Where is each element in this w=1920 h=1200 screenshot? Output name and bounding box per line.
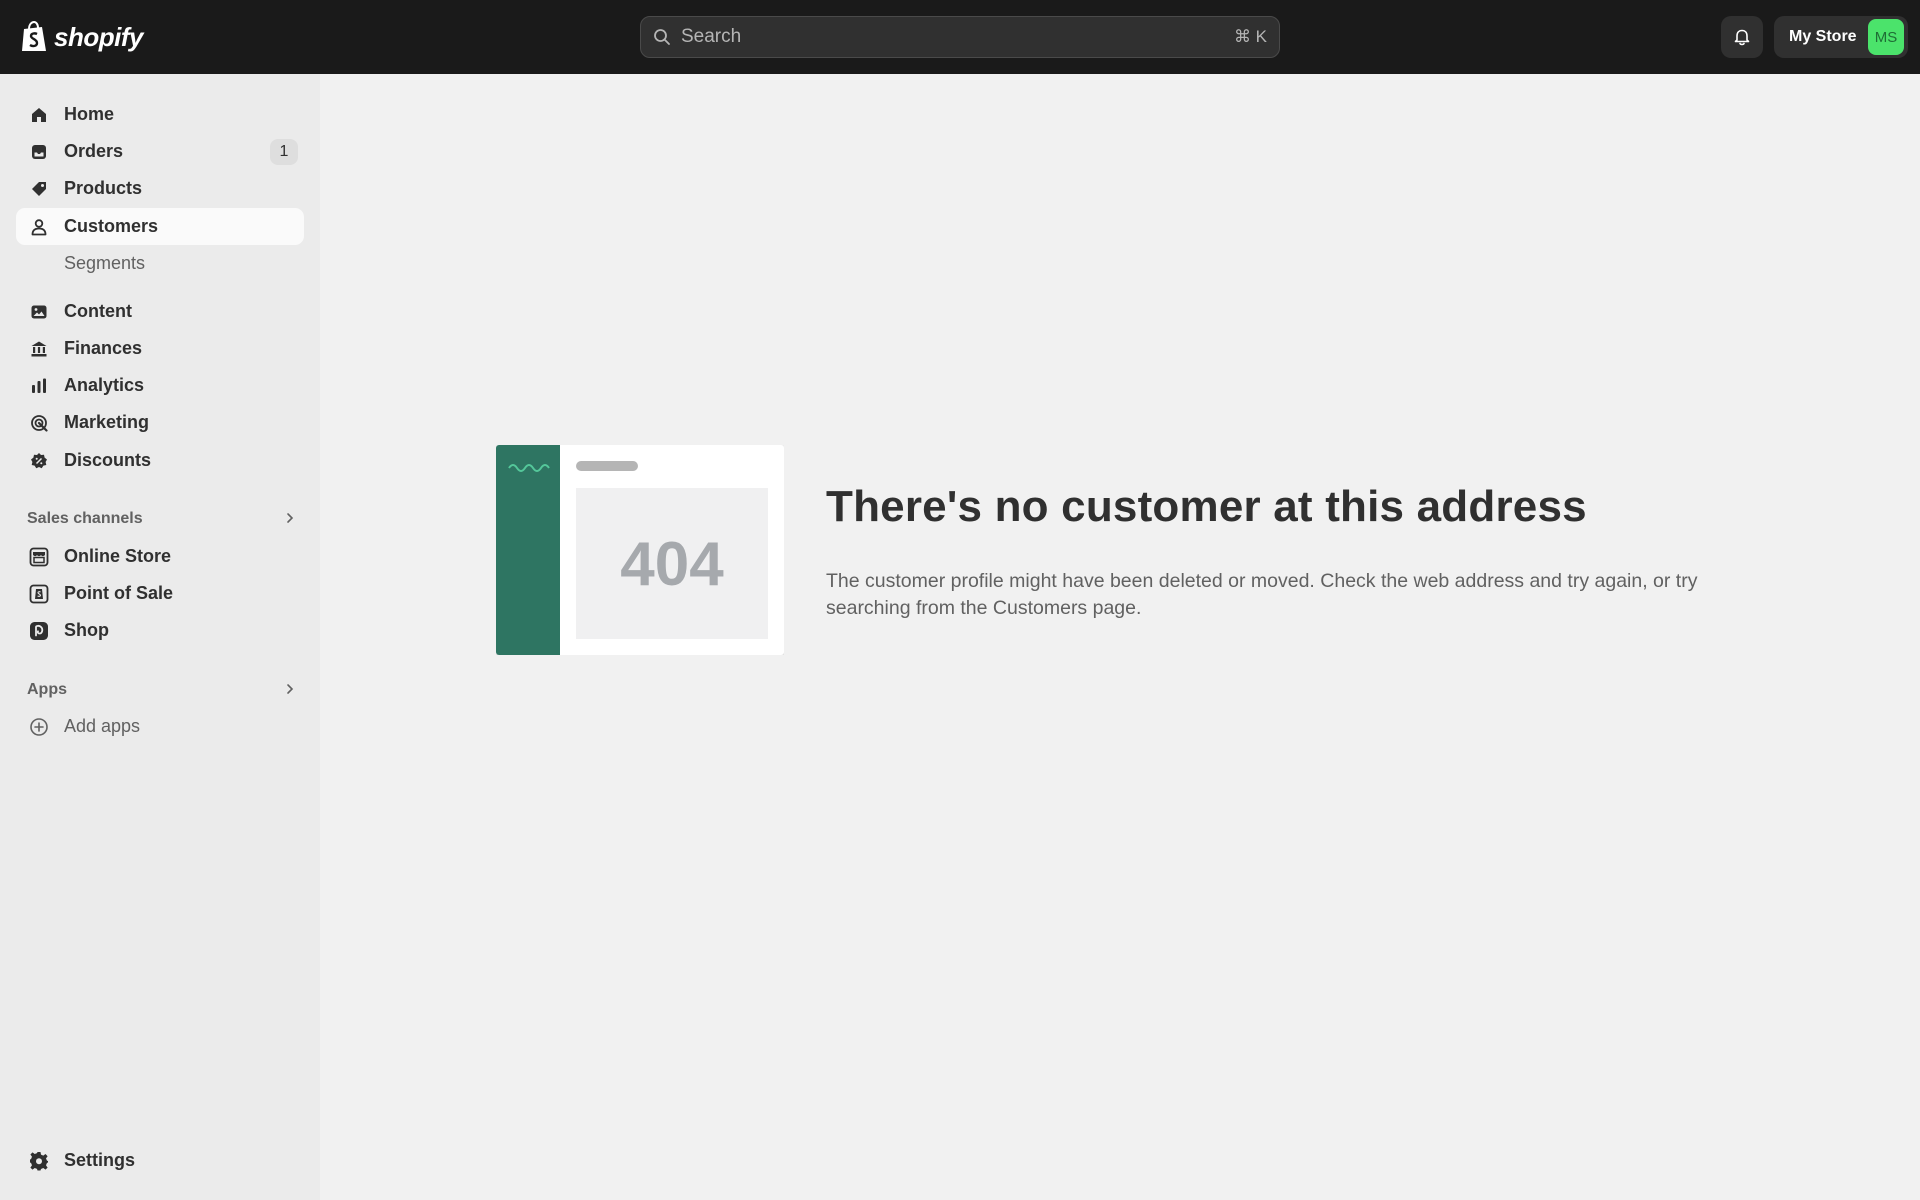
sidebar-item-label: Add apps: [64, 716, 141, 736]
sales-channels-header[interactable]: Sales channels: [27, 505, 297, 533]
logo-text: shopify: [54, 21, 143, 52]
tag-icon: [28, 178, 50, 200]
shopify-logo[interactable]: shopify: [20, 18, 143, 56]
sidebar-item-label: Analytics: [64, 375, 145, 395]
sidebar-item-label: Segments: [64, 253, 146, 273]
sidebar-item-products[interactable]: Products: [16, 170, 304, 207]
shopify-bag-icon: [22, 21, 46, 51]
bar-chart-icon: [28, 375, 50, 397]
orders-count-badge: 1: [270, 139, 298, 165]
sidebar-item-segments[interactable]: Segments: [16, 245, 304, 282]
notifications-button[interactable]: [1721, 16, 1763, 58]
sidebar-item-label: Shop: [64, 620, 109, 640]
sidebar-item-label: Home: [64, 104, 115, 124]
sidebar: Home Orders 1 Products Customers Segment…: [0, 74, 320, 1200]
sidebar-item-online-store[interactable]: Online Store: [16, 538, 304, 575]
sidebar-item-finances[interactable]: Finances: [16, 330, 304, 367]
target-icon: [28, 412, 50, 434]
sidebar-item-customers[interactable]: Customers: [16, 208, 304, 245]
sidebar-item-label: Marketing: [64, 412, 150, 432]
store-icon: [28, 546, 50, 568]
sidebar-item-settings[interactable]: Settings: [16, 1142, 304, 1179]
store-menu-button[interactable]: My Store MS: [1774, 16, 1908, 58]
image-icon: [28, 301, 50, 323]
gear-icon: [28, 1150, 50, 1172]
top-bar: shopify Search ⌘ K My Store MS: [0, 0, 1920, 74]
sidebar-item-orders[interactable]: Orders 1: [16, 133, 304, 170]
sidebar-item-label: Settings: [64, 1150, 136, 1170]
chevron-right-icon: [287, 513, 294, 523]
sidebar-item-shop[interactable]: Shop: [16, 612, 304, 649]
chevron-right-icon: [287, 684, 294, 694]
sidebar-item-label: Online Store: [64, 546, 172, 566]
person-icon: [28, 216, 50, 238]
sidebar-item-label: Point of Sale: [64, 583, 174, 603]
pos-icon: [28, 583, 50, 605]
sidebar-item-label: Customers: [64, 216, 159, 236]
sales-channels-title: Sales channels: [27, 510, 143, 527]
sidebar-item-home[interactable]: Home: [16, 96, 304, 133]
bell-icon: [1734, 29, 1750, 46]
sidebar-item-label: Discounts: [64, 450, 152, 470]
avatar: MS: [1868, 19, 1904, 55]
sidebar-item-content[interactable]: Content: [16, 293, 304, 330]
sidebar-item-label: Finances: [64, 338, 143, 358]
search-icon: [654, 29, 670, 45]
error-description: The customer profile might have been del…: [826, 570, 1698, 619]
apps-header[interactable]: Apps: [27, 676, 297, 704]
sidebar-item-add-apps[interactable]: Add apps: [16, 708, 304, 745]
search-placeholder: Search: [681, 26, 742, 47]
search-bar[interactable]: Search ⌘ K: [640, 16, 1280, 58]
sidebar-item-marketing[interactable]: Marketing: [16, 404, 304, 441]
sidebar-item-analytics[interactable]: Analytics: [16, 367, 304, 404]
illustration-404-text: 404: [620, 530, 724, 599]
bank-icon: [28, 338, 50, 360]
plus-circle-icon: [28, 716, 50, 738]
not-found-illustration: 404: [496, 445, 784, 655]
sidebar-item-discounts[interactable]: Discounts: [16, 442, 304, 479]
search-shortcut: ⌘ K: [1233, 27, 1267, 46]
store-name: My Store: [1789, 28, 1857, 45]
sidebar-item-label: Orders: [64, 141, 124, 161]
sidebar-item-label: Content: [64, 301, 132, 321]
sidebar-item-label: Products: [64, 178, 143, 198]
shop-icon: [28, 620, 50, 642]
home-icon: [28, 104, 50, 126]
page-title: There's no customer at this address: [826, 482, 1587, 531]
sidebar-item-point-of-sale[interactable]: Point of Sale: [16, 575, 304, 612]
discount-icon: [28, 450, 50, 472]
inbox-icon: [28, 141, 50, 163]
apps-title: Apps: [27, 681, 67, 698]
